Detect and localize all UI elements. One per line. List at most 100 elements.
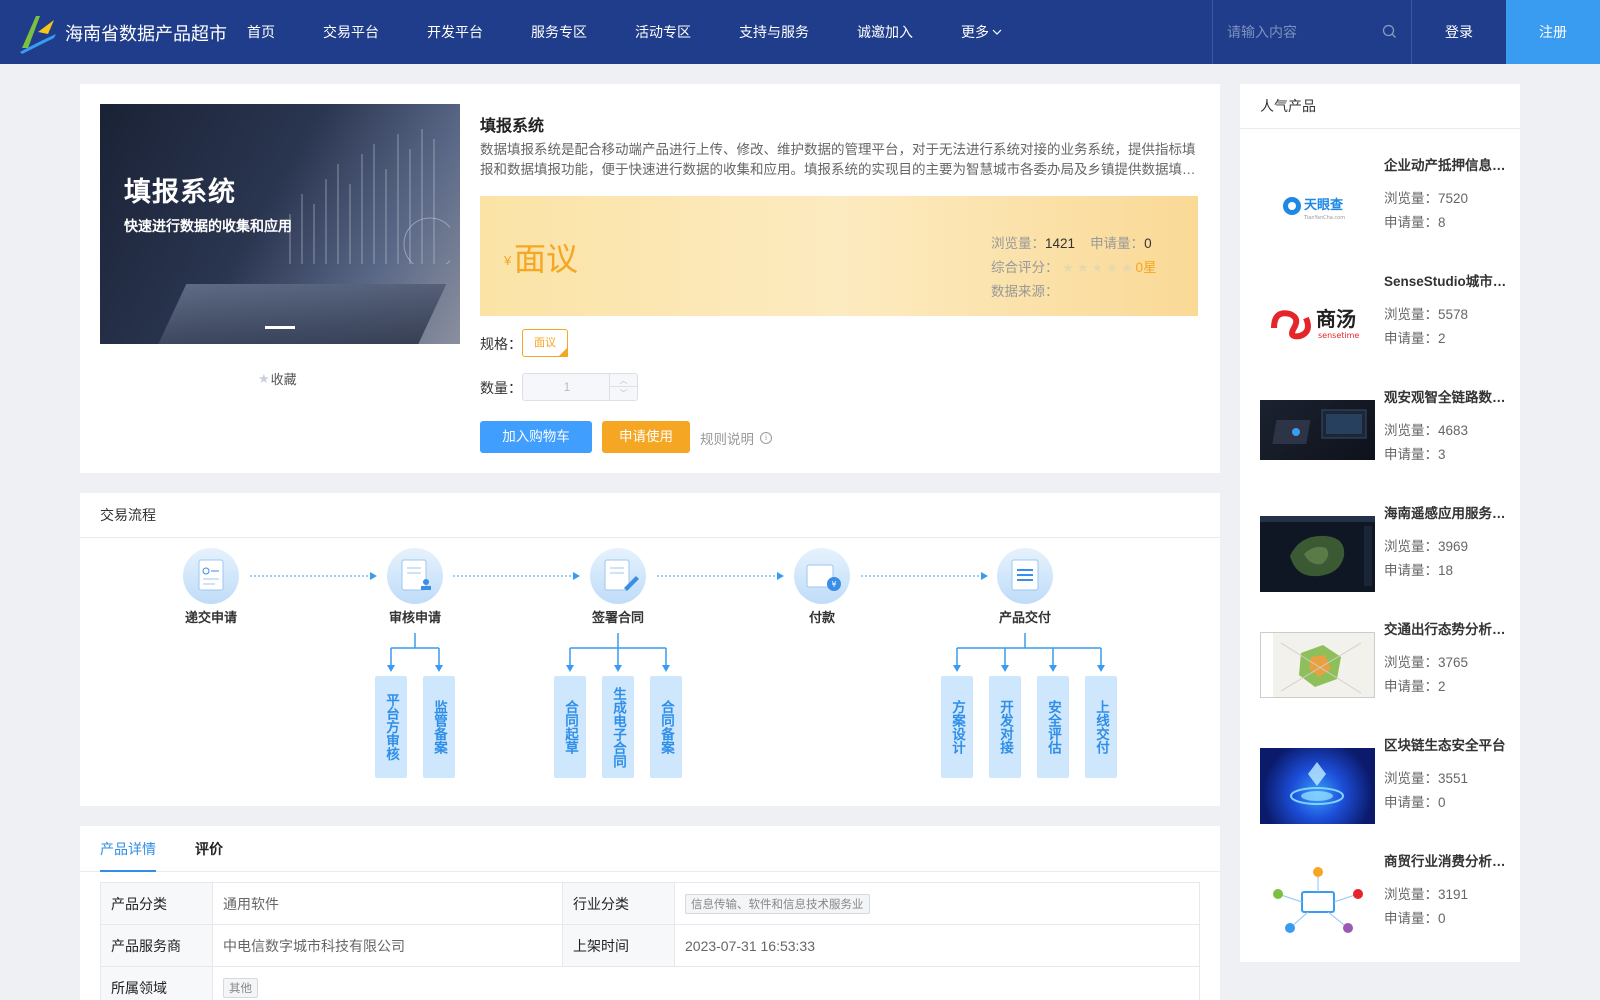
decrease-icon[interactable]: ﹀ [610, 387, 637, 400]
svg-text:商汤: 商汤 [1316, 307, 1356, 331]
popular-item[interactable]: 交通出行态势分析系统 浏览量：3765 申请量：2 [1260, 618, 1510, 718]
tab-product-detail[interactable]: 产品详情 [100, 826, 156, 872]
table-value: 中电信数字城市科技有限公司 [212, 924, 563, 967]
popular-item[interactable]: 天眼查 TianYanCha.com 企业动产抵押信息查询 浏览量：7520 申… [1260, 154, 1510, 254]
popular-item[interactable]: 观安观智全链路数据安全 浏览量：4683 申请量：3 [1260, 386, 1510, 486]
device-photo-icon [1260, 400, 1375, 460]
favorite-button[interactable]: ★ 收藏 [258, 369, 297, 388]
star-icon: ★ [258, 370, 270, 386]
step-delivery-label: 产品交付 [998, 610, 1051, 625]
spec-option[interactable]: 面议 [522, 329, 568, 357]
popular-item-name: 商贸行业消费分析平台 [1384, 854, 1510, 869]
satellite-map-icon [1260, 516, 1375, 592]
views-label: 浏览量： [991, 236, 1045, 251]
popular-item-views: 浏览量：7520 [1384, 191, 1469, 206]
sensetime-logo-icon: 商汤 sensetime [1260, 284, 1375, 360]
popular-item-views: 浏览量：3765 [1384, 655, 1469, 670]
step-submit-label: 递交申请 [184, 610, 237, 625]
stepper-arrows: ︿ ﹀ [609, 374, 637, 400]
nav-more-label: 更多 [961, 24, 989, 40]
nav-more[interactable]: 更多 [961, 0, 1002, 64]
quantity-stepper: ︿ ﹀ [522, 373, 638, 401]
popular-item[interactable]: 区块链生态安全平台 浏览量：3551 申请量：0 [1260, 734, 1510, 834]
banner-graphic [289, 129, 450, 264]
popular-item-applications: 申请量：2 [1384, 331, 1446, 346]
svg-text:TianYanCha.com: TianYanCha.com [1303, 215, 1345, 221]
step-payment-label: 付款 [808, 610, 835, 625]
search-icon[interactable] [1382, 24, 1397, 39]
search-box [1212, 0, 1412, 64]
rules-link[interactable]: 规则说明 i [700, 428, 772, 448]
product-banner[interactable]: 填报系统 快速进行数据的收集和应用 [100, 104, 460, 344]
selected-corner-icon [558, 347, 568, 357]
branch-connectors [390, 633, 1102, 666]
login-button[interactable]: 登录 [1412, 0, 1506, 64]
site-title[interactable]: 海南省数据产品超市 [65, 20, 227, 46]
product-summary-panel: 填报系统 快速进行数据的收集和应用 ★ 收藏 填报系统 数据填报系统是配合移动端… [80, 84, 1220, 473]
tianyancha-logo-icon: 天眼查 TianYanCha.com [1260, 168, 1375, 244]
popular-item-views: 浏览量：3191 [1384, 887, 1469, 902]
popular-item[interactable]: 商贸行业消费分析平台 浏览量：3191 申请量：0 [1260, 850, 1510, 950]
rating-stars-icon: ★★★★★ [1062, 260, 1136, 275]
popular-item[interactable]: 商汤 sensetime SenseStudio城市数据平台 浏览量：5578 … [1260, 270, 1510, 370]
increase-icon[interactable]: ︿ [610, 374, 637, 387]
nav-service-zone[interactable]: 服务专区 [531, 0, 587, 64]
rules-label: 规则说明 [700, 432, 754, 447]
table-row: 所属领域 其他 [100, 966, 1200, 1000]
popular-products-panel: 人气产品 天眼查 TianYanCha.com 企业动产抵押信息查询 浏览量：7… [1240, 84, 1520, 962]
svg-text:天眼查: 天眼查 [1304, 197, 1344, 213]
svg-text:¥: ¥ [831, 580, 836, 589]
table-key: 所属领域 [100, 966, 213, 1000]
industry-tag: 信息传输、软件和信息技术服务业 [685, 893, 870, 914]
add-to-cart-button[interactable]: 加入购物车 [480, 421, 592, 453]
popular-item-views: 浏览量：4683 [1384, 423, 1469, 438]
product-detail-panel: 产品详情 评价 产品分类 通用软件 行业分类 信息传输、软件和信息技术服务业 产… [80, 826, 1220, 1000]
substep-platform-review: 平台方审核 [375, 676, 407, 778]
table-value: 2023-07-31 16:53:33 [674, 924, 1200, 967]
popular-item-applications: 申请量：8 [1384, 215, 1446, 230]
substep-security-assessment: 安全评估 [1037, 676, 1069, 778]
nav-trading-platform[interactable]: 交易平台 [323, 0, 379, 64]
rating-value: 0星 [1135, 260, 1157, 275]
nav-support[interactable]: 支持与服务 [739, 0, 809, 64]
applications-value: 0 [1144, 236, 1152, 251]
detail-tabs: 产品详情 评价 [80, 826, 1220, 872]
step-icon-payment: ¥ [794, 548, 850, 604]
step-icon-delivery [997, 548, 1053, 604]
popular-item[interactable]: 海南遥感应用服务平台 浏览量：3969 申请量：18 [1260, 502, 1510, 602]
domain-tag: 其他 [223, 977, 258, 998]
register-button[interactable]: 注册 [1506, 0, 1600, 64]
popular-item-name: SenseStudio城市数据平台 [1384, 274, 1510, 289]
blockchain-art-icon [1260, 748, 1375, 824]
source-label: 数据来源： [991, 284, 1059, 299]
popular-item-views: 浏览量：5578 [1384, 307, 1469, 322]
apply-button[interactable]: 申请使用 [602, 421, 690, 453]
traffic-map-icon [1260, 632, 1375, 698]
spec-option-label: 面议 [534, 337, 556, 349]
quantity-input[interactable] [524, 375, 610, 399]
step-icon-submit [183, 548, 239, 604]
applications-label: 申请量： [1090, 236, 1145, 251]
product-stats: 浏览量：1421 申请量：0 综合评分： ★★★★★0星 数据来源： [991, 232, 1157, 304]
carousel-indicator[interactable] [265, 326, 295, 329]
substep-e-contract: 生成电子合同 [602, 676, 634, 778]
nav-activity-zone[interactable]: 活动专区 [635, 0, 691, 64]
product-price: 面议 [514, 241, 579, 277]
popular-title: 人气产品 [1240, 84, 1520, 129]
nav-home[interactable]: 首页 [247, 0, 275, 64]
banner-laptop-shape [153, 284, 447, 344]
nav-dev-platform[interactable]: 开发平台 [427, 0, 483, 64]
search-input[interactable] [1227, 20, 1377, 44]
rating-label: 综合评分： [991, 260, 1059, 275]
substep-contract-draft: 合同起草 [554, 676, 586, 778]
nav-join[interactable]: 诚邀加入 [857, 0, 913, 64]
popular-item-name: 区块链生态安全平台 [1384, 738, 1506, 753]
table-value: 其他 [212, 966, 1200, 1000]
tab-reviews[interactable]: 评价 [195, 826, 223, 872]
substep-contract-filing: 合同备案 [650, 676, 682, 778]
site-logo-icon[interactable] [18, 12, 58, 54]
chevron-down-icon [992, 29, 1002, 35]
currency-symbol: ¥ [504, 253, 512, 268]
table-value: 信息传输、软件和信息技术服务业 [674, 882, 1200, 925]
table-key: 上架时间 [562, 924, 675, 967]
